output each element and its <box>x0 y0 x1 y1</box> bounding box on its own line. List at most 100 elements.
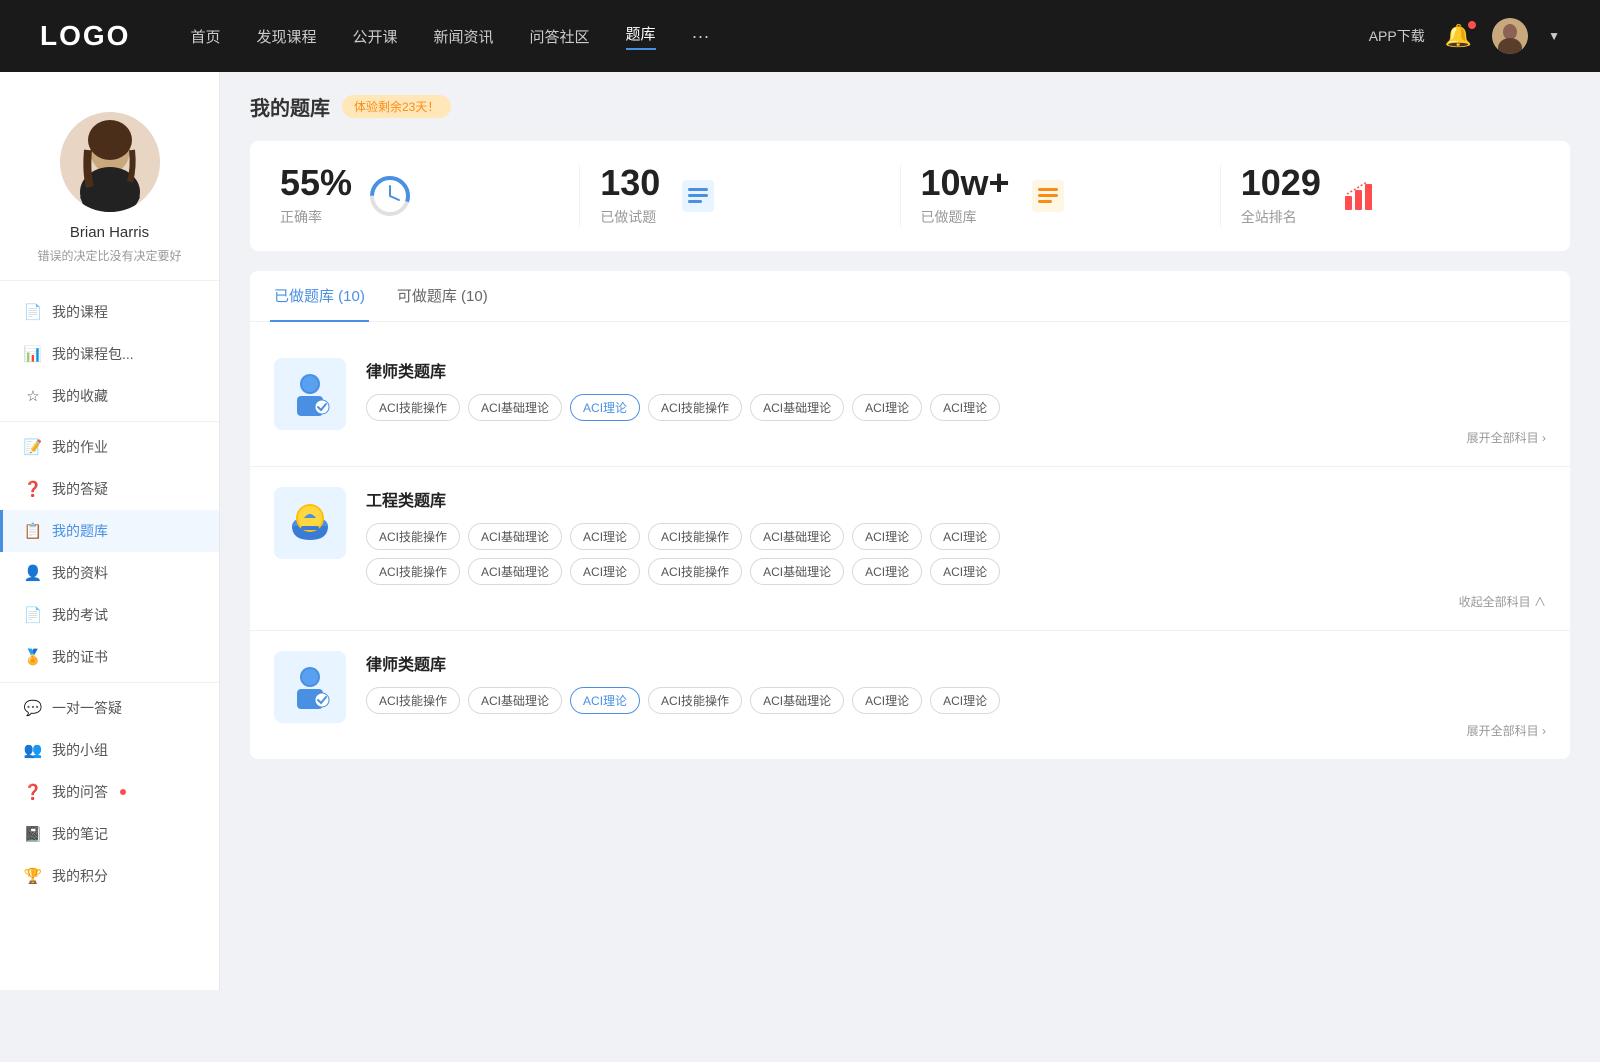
tag[interactable]: ACI技能操作 <box>366 523 460 550</box>
logo: LOGO <box>40 20 130 52</box>
sidebar-item-my-qa[interactable]: ❓ 我的答疑 <box>0 468 219 510</box>
tag[interactable]: ACI基础理论 <box>750 523 844 550</box>
sidebar-item-my-cert[interactable]: 🏅 我的证书 <box>0 636 219 678</box>
sidebar-item-label: 我的收藏 <box>52 386 108 406</box>
stat-value-done-questions: 130 <box>600 165 660 201</box>
nav-news[interactable]: 新闻资讯 <box>434 26 494 47</box>
sidebar-item-my-homework[interactable]: 📝 我的作业 <box>0 426 219 468</box>
sidebar-item-label: 我的小组 <box>52 740 108 760</box>
sidebar-item-my-favorites[interactable]: ☆ 我的收藏 <box>0 375 219 417</box>
expand-link-lawyer-1[interactable]: 展开全部科目 › <box>366 429 1546 446</box>
group-icon: 👥 <box>24 741 42 759</box>
nav-qa[interactable]: 问答社区 <box>530 26 590 47</box>
page-title: 我的题库 <box>250 92 330 121</box>
tag[interactable]: ACI理论 <box>852 523 922 550</box>
tag[interactable]: ACI理论 <box>570 558 640 585</box>
stat-text-done-questions: 130 已做试题 <box>600 165 660 227</box>
nav-qbank[interactable]: 题库 <box>626 23 656 50</box>
tag[interactable]: ACI技能操作 <box>366 687 460 714</box>
stat-accuracy: 55% 正确率 <box>280 165 580 227</box>
sidebar-item-label: 我的课程包... <box>52 344 134 364</box>
avatar[interactable] <box>60 112 160 212</box>
tag[interactable]: ACI基础理论 <box>468 558 562 585</box>
sidebar: Brian Harris 错误的决定比没有决定要好 📄 我的课程 📊 我的课程包… <box>0 72 220 990</box>
sidebar-item-label: 一对一答疑 <box>52 698 122 718</box>
qbank-name-engineer: 工程类题库 <box>366 487 1546 511</box>
sidebar-item-my-notes[interactable]: 📓 我的笔记 <box>0 813 219 855</box>
sidebar-item-label: 我的考试 <box>52 605 108 625</box>
qbank-name-lawyer-1: 律师类题库 <box>366 358 1546 382</box>
tag[interactable]: ACI技能操作 <box>648 523 742 550</box>
tag[interactable]: ACI基础理论 <box>750 558 844 585</box>
chevron-down-icon[interactable]: ▼ <box>1548 29 1560 43</box>
sidebar-item-label: 我的作业 <box>52 437 108 457</box>
sidebar-item-my-points[interactable]: 🏆 我的积分 <box>0 855 219 897</box>
tags-row-lawyer-2: ACI技能操作 ACI基础理论 ACI理论 ACI技能操作 ACI基础理论 AC… <box>366 687 1546 714</box>
sidebar-item-label: 我的问答 <box>52 782 108 802</box>
stat-rank: 1029 全站排名 <box>1221 165 1540 227</box>
qbank-name-lawyer-2: 律师类题库 <box>366 651 1546 675</box>
tag-active[interactable]: ACI理论 <box>570 687 640 714</box>
tabs-qbank-section: 已做题库 (10) 可做题库 (10) <box>250 271 1570 759</box>
sidebar-item-one-on-one[interactable]: 💬 一对一答疑 <box>0 687 219 729</box>
stat-label-done-questions: 已做试题 <box>600 207 660 227</box>
unread-dot <box>120 789 126 795</box>
stat-done-banks: 10w+ 已做题库 <box>901 165 1221 227</box>
collapse-link-engineer[interactable]: 收起全部科目 ∧ <box>366 593 1546 610</box>
tag-active[interactable]: ACI理论 <box>570 394 640 421</box>
tag[interactable]: ACI理论 <box>930 523 1000 550</box>
notification-badge <box>1468 21 1476 29</box>
points-icon: 🏆 <box>24 867 42 885</box>
tag[interactable]: ACI技能操作 <box>648 558 742 585</box>
sidebar-item-my-courses[interactable]: 📄 我的课程 <box>0 291 219 333</box>
navbar: LOGO 首页 发现课程 公开课 新闻资讯 问答社区 题库 ··· APP下载 … <box>0 0 1600 72</box>
tag[interactable]: ACI理论 <box>930 687 1000 714</box>
tab-todo[interactable]: 可做题库 (10) <box>393 271 492 322</box>
nav-more[interactable]: ··· <box>692 26 710 47</box>
sidebar-item-my-questions[interactable]: ❓ 我的问答 <box>0 771 219 813</box>
tag[interactable]: ACI理论 <box>930 394 1000 421</box>
qbank-card-lawyer-1: 律师类题库 ACI技能操作 ACI基础理论 ACI理论 ACI技能操作 ACI基… <box>250 338 1570 467</box>
qbank-icon-lawyer <box>274 358 346 430</box>
sidebar-item-label: 我的证书 <box>52 647 108 667</box>
trial-badge: 体验剩余23天！ <box>342 95 451 118</box>
tag[interactable]: ACI理论 <box>852 558 922 585</box>
tag[interactable]: ACI技能操作 <box>366 558 460 585</box>
nav-home[interactable]: 首页 <box>190 26 220 47</box>
list-blue-icon <box>676 174 720 218</box>
avatar[interactable] <box>1492 18 1528 54</box>
app-download[interactable]: APP下载 <box>1369 26 1425 46</box>
sidebar-item-label: 我的课程 <box>52 302 108 322</box>
qbank-info-engineer: 工程类题库 ACI技能操作 ACI基础理论 ACI理论 ACI技能操作 ACI基… <box>366 487 1546 610</box>
tag[interactable]: ACI理论 <box>930 558 1000 585</box>
tag[interactable]: ACI基础理论 <box>468 523 562 550</box>
tag[interactable]: ACI基础理论 <box>468 394 562 421</box>
courses-icon: 📄 <box>24 303 42 321</box>
tag[interactable]: ACI技能操作 <box>648 687 742 714</box>
tags-row-engineer-1: ACI技能操作 ACI基础理论 ACI理论 ACI技能操作 ACI基础理论 AC… <box>366 523 1546 550</box>
sidebar-item-my-qbank[interactable]: 📋 我的题库 <box>0 510 219 552</box>
tag[interactable]: ACI基础理论 <box>750 687 844 714</box>
tag[interactable]: ACI基础理论 <box>468 687 562 714</box>
tag[interactable]: ACI理论 <box>852 687 922 714</box>
sidebar-item-label: 我的题库 <box>52 521 108 541</box>
tag[interactable]: ACI技能操作 <box>366 394 460 421</box>
navbar-right: APP下载 🔔 ▼ <box>1369 18 1560 54</box>
nav-discover[interactable]: 发现课程 <box>256 26 316 47</box>
tag[interactable]: ACI理论 <box>852 394 922 421</box>
tag[interactable]: ACI理论 <box>570 523 640 550</box>
tab-done[interactable]: 已做题库 (10) <box>270 271 369 322</box>
nav-open[interactable]: 公开课 <box>352 26 397 47</box>
sidebar-item-my-group[interactable]: 👥 我的小组 <box>0 729 219 771</box>
expand-link-lawyer-2[interactable]: 展开全部科目 › <box>366 722 1546 739</box>
qbank-list: 律师类题库 ACI技能操作 ACI基础理论 ACI理论 ACI技能操作 ACI基… <box>250 338 1570 759</box>
sidebar-item-my-profile[interactable]: 👤 我的资料 <box>0 552 219 594</box>
pie-chart-icon <box>368 174 412 218</box>
sidebar-item-my-exam[interactable]: 📄 我的考试 <box>0 594 219 636</box>
tag[interactable]: ACI技能操作 <box>648 394 742 421</box>
sidebar-item-my-packages[interactable]: 📊 我的课程包... <box>0 333 219 375</box>
notification-bell[interactable]: 🔔 <box>1445 23 1472 49</box>
tabs-bar: 已做题库 (10) 可做题库 (10) <box>250 271 1570 322</box>
sidebar-item-label: 我的答疑 <box>52 479 108 499</box>
tag[interactable]: ACI基础理论 <box>750 394 844 421</box>
